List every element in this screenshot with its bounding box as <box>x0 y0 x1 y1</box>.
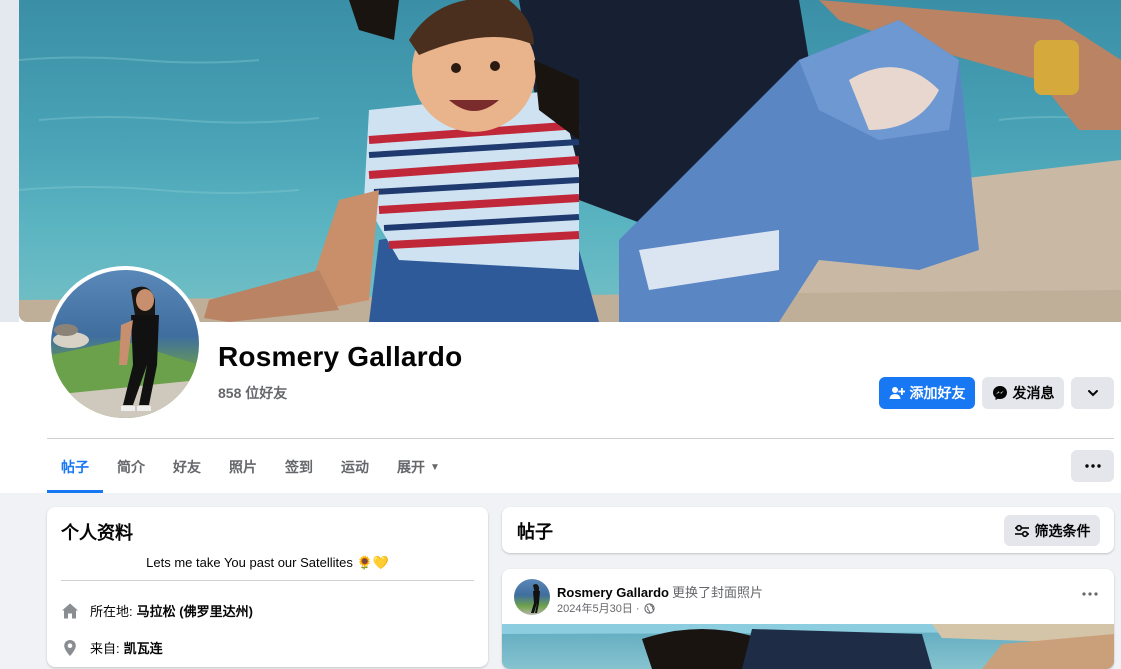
post-author-name[interactable]: Rosmery Gallardo <box>557 585 669 600</box>
tab-checkins[interactable]: 签到 <box>271 449 327 485</box>
intro-lives-row: 所在地: 马拉松 (佛罗里达州) <box>61 601 253 620</box>
tab-posts-label: 帖子 <box>61 459 89 475</box>
post-image[interactable] <box>502 624 1114 669</box>
post-action-text: 更换了封面照片 <box>672 585 764 600</box>
add-friend-label: 添加好友 <box>909 385 966 401</box>
intro-title: 个人资料 <box>61 523 133 543</box>
post-meta: 2024年5月30日 · <box>557 600 655 616</box>
message-label: 发消息 <box>1012 385 1055 401</box>
filter-button[interactable]: 筛选条件 <box>1004 515 1100 546</box>
header-divider <box>47 438 1114 439</box>
tab-posts[interactable]: 帖子 <box>47 449 103 493</box>
caret-down-icon: ▼ <box>430 461 440 473</box>
ellipsis-icon <box>1084 464 1101 468</box>
filter-label: 筛选条件 <box>1034 522 1091 539</box>
intro-from-label: 来自: <box>90 641 120 656</box>
post-card: Rosmery Gallardo 更换了封面照片 2024年5月30日 · <box>502 569 1114 669</box>
message-button[interactable]: 发消息 <box>982 377 1064 409</box>
location-pin-icon <box>64 639 76 656</box>
more-options-button[interactable] <box>1071 377 1114 409</box>
tab-more[interactable]: 展开 ▼ <box>383 449 454 485</box>
tab-more-label: 展开 <box>397 459 425 475</box>
cover-photo-art <box>19 0 1121 322</box>
ellipsis-icon <box>1082 592 1098 596</box>
profile-menu-button[interactable] <box>1071 450 1114 482</box>
posts-header-card: 帖子 筛选条件 <box>502 507 1114 553</box>
tab-sports-label: 运动 <box>341 459 369 475</box>
intro-from-row: 来自: 凯瓦连 <box>61 638 163 657</box>
profile-name: Rosmery Gallardo <box>218 341 463 372</box>
tab-about-label: 简介 <box>117 459 145 475</box>
post-options-button[interactable] <box>1082 583 1098 601</box>
filter-sliders-icon <box>1014 524 1029 537</box>
intro-bio: Lets me take You past our Satellites 🌻💛 <box>146 555 389 570</box>
messenger-icon <box>992 386 1007 400</box>
intro-divider <box>61 580 474 581</box>
home-icon <box>62 603 78 618</box>
intro-lives-label: 所在地: <box>90 604 133 619</box>
profile-avatar-image <box>51 270 199 418</box>
profile-tabs: 帖子 简介 好友 照片 签到 运动 展开 ▼ <box>47 449 454 493</box>
add-friend-button[interactable]: 添加好友 <box>879 377 975 409</box>
intro-lives-value[interactable]: 马拉松 (佛罗里达州) <box>137 601 253 620</box>
tab-about[interactable]: 简介 <box>103 449 159 485</box>
left-gutter <box>0 0 19 322</box>
tab-sports[interactable]: 运动 <box>327 449 383 485</box>
add-friend-icon <box>889 387 905 399</box>
tab-friends-label: 好友 <box>173 459 201 475</box>
post-date[interactable]: 2024年5月30日 · <box>557 600 640 616</box>
posts-title: 帖子 <box>517 522 553 542</box>
tab-checkins-label: 签到 <box>285 459 313 475</box>
chevron-down-icon <box>1087 390 1098 397</box>
cover-photo[interactable] <box>19 0 1121 322</box>
friend-count[interactable]: 858 位好友 <box>218 383 287 403</box>
profile-avatar[interactable] <box>47 266 203 422</box>
tab-friends[interactable]: 好友 <box>159 449 215 485</box>
intro-from-value[interactable]: 凯瓦连 <box>124 638 163 657</box>
post-author-avatar[interactable] <box>514 579 550 615</box>
tab-photos[interactable]: 照片 <box>215 449 271 485</box>
tab-photos-label: 照片 <box>229 459 257 475</box>
globe-icon <box>643 602 655 614</box>
post-header-text: Rosmery Gallardo 更换了封面照片 <box>557 582 763 601</box>
intro-card: 个人资料 Lets me take You past our Satellite… <box>47 507 488 667</box>
